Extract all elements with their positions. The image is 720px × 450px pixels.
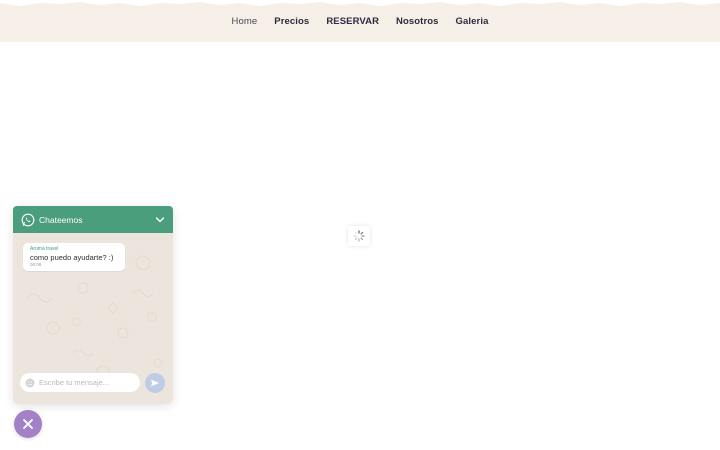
chat-message-bubble: Arumá travel como puedo ayudarte? :) 06:… bbox=[23, 243, 125, 271]
chevron-down-icon[interactable] bbox=[155, 215, 165, 225]
send-icon bbox=[151, 379, 159, 387]
main-nav: Home Precios RESERVAR Nosotros Galeria bbox=[0, 0, 720, 42]
site-header: Home Precios RESERVAR Nosotros Galeria bbox=[0, 0, 720, 42]
message-input-wrapper bbox=[20, 373, 140, 392]
chat-widget: Chateemos Arumá travel como puedo ayudar… bbox=[13, 206, 173, 404]
close-chat-button[interactable] bbox=[14, 410, 42, 438]
send-button[interactable] bbox=[145, 373, 165, 393]
nav-precios[interactable]: Precios bbox=[274, 16, 309, 27]
nav-galeria[interactable]: Galeria bbox=[456, 16, 489, 27]
chat-header[interactable]: Chateemos bbox=[13, 206, 173, 233]
message-time: 06:08 bbox=[30, 262, 42, 267]
emoji-icon[interactable] bbox=[25, 378, 35, 388]
message-text: como puedo ayudarte? :) bbox=[30, 253, 114, 262]
loading-indicator bbox=[348, 226, 370, 246]
nav-reservar[interactable]: RESERVAR bbox=[326, 16, 379, 27]
nav-nosotros[interactable]: Nosotros bbox=[396, 16, 439, 27]
spinner-icon bbox=[353, 230, 365, 242]
whatsapp-icon bbox=[21, 213, 35, 226]
nav-home[interactable]: Home bbox=[232, 16, 258, 27]
close-icon bbox=[23, 419, 33, 429]
message-input[interactable] bbox=[39, 378, 135, 387]
message-sender: Arumá travel bbox=[30, 246, 59, 252]
chat-title: Chateemos bbox=[39, 214, 83, 225]
